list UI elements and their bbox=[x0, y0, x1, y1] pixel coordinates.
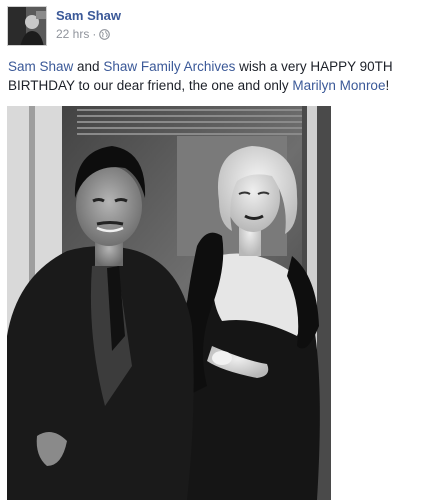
photo-image bbox=[7, 106, 331, 500]
meta-separator: · bbox=[92, 27, 97, 41]
author-name[interactable]: Sam Shaw bbox=[56, 8, 121, 23]
post-message: Sam Shaw and Shaw Family Archives wish a… bbox=[8, 57, 424, 95]
post-meta: 22 hrs · bbox=[56, 27, 111, 41]
mention-shaw-family-archives[interactable]: Shaw Family Archives bbox=[103, 59, 235, 74]
avatar-photo bbox=[8, 7, 46, 45]
post-timestamp[interactable]: 22 hrs bbox=[56, 27, 89, 41]
message-text-1: and bbox=[73, 59, 104, 74]
mention-sam-shaw[interactable]: Sam Shaw bbox=[8, 59, 73, 74]
mention-marilyn-monroe[interactable]: Marilyn Monroe bbox=[292, 78, 385, 93]
author-avatar[interactable] bbox=[7, 6, 47, 46]
message-text-3: ! bbox=[385, 78, 390, 93]
post-header: Sam Shaw 22 hrs · bbox=[0, 0, 431, 50]
globe-icon[interactable] bbox=[99, 28, 111, 40]
post-photo[interactable] bbox=[7, 106, 331, 500]
